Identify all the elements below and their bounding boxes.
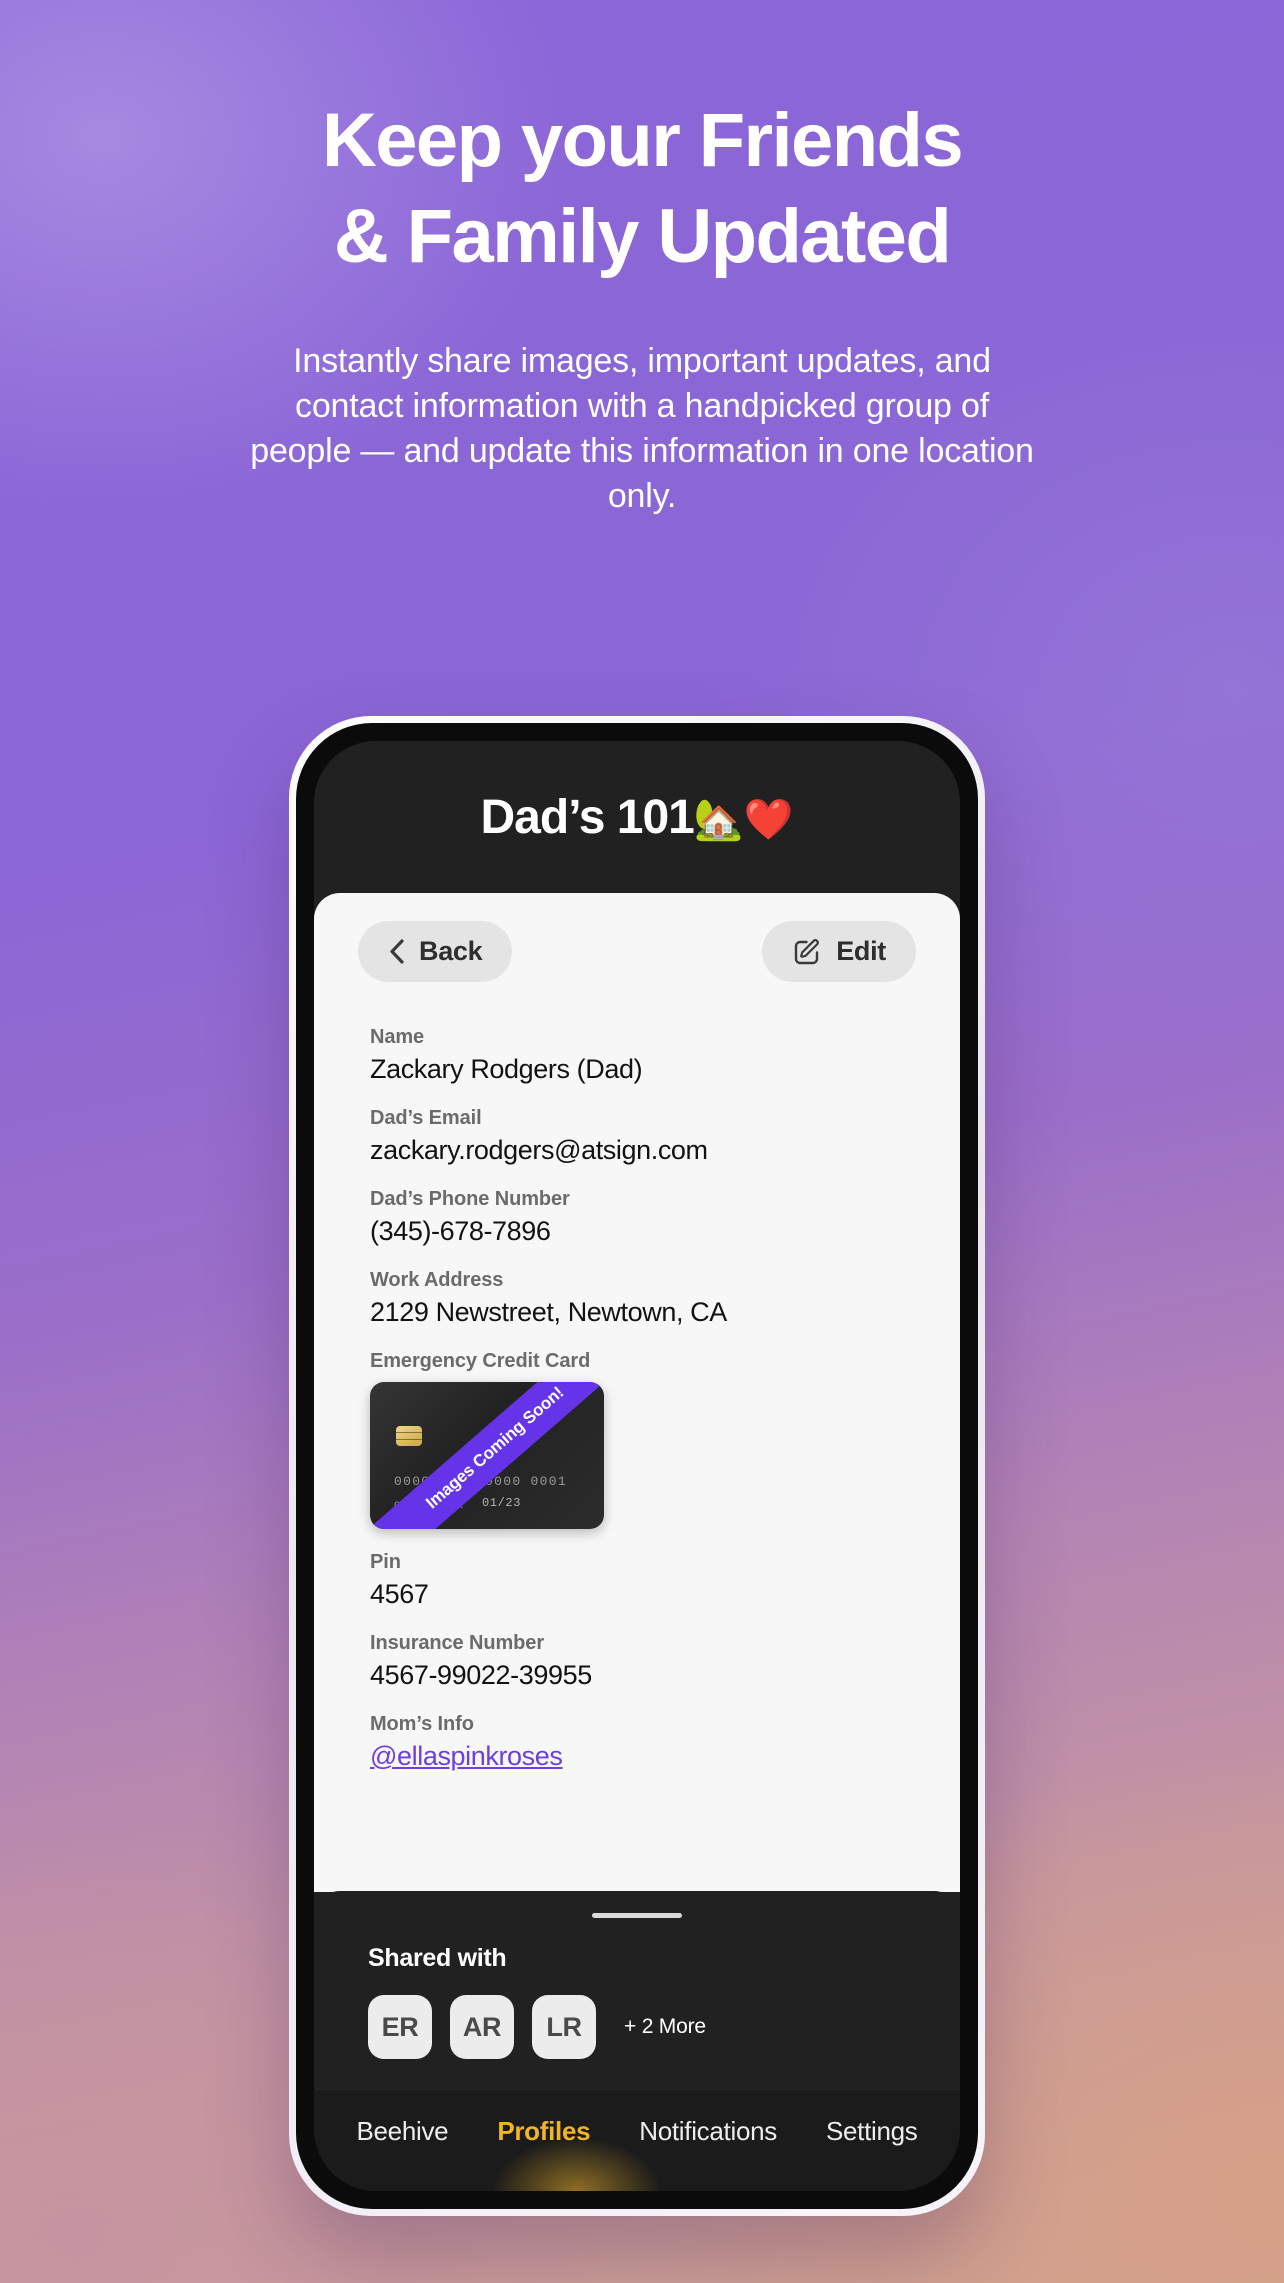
tab-notifications[interactable]: Notifications [639,2116,777,2147]
card-expiry: 01/23 [482,1496,522,1510]
field-value: 2129 Newstreet, Newtown, CA [370,1297,727,1327]
profile-sheet: Back Edit Name Zackary Rodgers (Dad) Dad… [314,893,960,1892]
page-title-line1: Keep your Friends [321,98,964,183]
field-insurance-number: Insurance Number 4567-99022-39955 [370,1632,926,1691]
phone-bezel: Dad’s 101🏡❤️ Back Edit Name Zackary Rodg… [296,723,978,2209]
field-work-address: Work Address 2129 Newstreet, Newtown, CA [370,1269,926,1328]
profile-fields: Name Zackary Rodgers (Dad) Dad’s Email z… [348,1026,926,1772]
field-label: Pin [370,1551,401,1573]
tab-profiles[interactable]: Profiles [497,2116,590,2147]
hero-section: Keep your Friends & Family Updated Insta… [0,0,1284,519]
page-title: Keep your Friends & Family Updated [0,101,1284,280]
field-value: (345)-678-7896 [370,1216,551,1246]
field-moms-info: Mom’s Info @ellaspinkroses [370,1713,926,1772]
field-emergency-credit-card: Emergency Credit Card 0000 0000 0000 000… [370,1350,926,1529]
sheet-toolbar: Back Edit [348,921,926,982]
page-title-line2: & Family Updated [333,194,952,280]
app-title-text: Dad’s 101🏡❤️ [480,790,794,844]
hero-paragraph: Instantly share images, important update… [250,341,1034,516]
avatar[interactable]: AR [450,1995,514,2059]
house-heart-emoji: 🏡❤️ [693,797,794,842]
tab-beehive[interactable]: Beehive [356,2116,448,2147]
edit-button-label: Edit [836,936,886,966]
avatar[interactable]: ER [368,1995,432,2059]
phone-outer-frame: Dad’s 101🏡❤️ Back Edit Name Zackary Rodg… [289,716,985,2216]
shared-with-title: Shared with [368,1944,507,1972]
back-button-label: Back [419,936,483,966]
back-button[interactable]: Back [358,921,513,982]
field-label: Name [370,1026,425,1048]
more-shared-label[interactable]: + 2 More [624,2015,706,2039]
field-label: Mom’s Info [370,1713,474,1735]
bottom-tab-bar: Beehive Profiles Notifications Settings [314,2089,960,2191]
field-label: Work Address [370,1269,504,1291]
edit-button[interactable]: Edit [762,921,916,982]
avatar[interactable]: LR [532,1995,596,2059]
field-label: Dad’s Email [370,1107,482,1129]
tab-settings[interactable]: Settings [826,2116,918,2147]
field-phone: Dad’s Phone Number (345)-678-7896 [370,1188,926,1247]
card-chip-icon [396,1426,422,1446]
field-value: Zackary Rodgers (Dad) [370,1054,643,1084]
drag-handle[interactable] [592,1913,682,1918]
credit-card: 0000 0000 0000 0001 CARDHOLDER 01/23 Ima… [370,1382,604,1529]
credit-card-image[interactable]: 0000 0000 0000 0001 CARDHOLDER 01/23 Ima… [370,1382,926,1529]
phone-screen: Dad’s 101🏡❤️ Back Edit Name Zackary Rodg… [314,741,960,2191]
app-header: Dad’s 101🏡❤️ [314,741,960,893]
field-label: Dad’s Phone Number [370,1188,570,1210]
shared-with-panel: Shared with ER AR LR + 2 More [314,1891,960,2089]
chevron-left-icon [388,938,405,965]
field-value: zackary.rodgers@atsign.com [370,1135,708,1165]
field-value: 4567-99022-39955 [370,1660,592,1690]
field-email: Dad’s Email zackary.rodgers@atsign.com [370,1107,926,1166]
field-value: 4567 [370,1579,429,1609]
shared-avatars: ER AR LR + 2 More [314,1995,960,2089]
edit-pencil-icon [792,937,822,967]
moms-info-link[interactable]: @ellaspinkroses [370,1741,926,1772]
field-label: Insurance Number [370,1632,545,1654]
phone-mockup: Dad’s 101🏡❤️ Back Edit Name Zackary Rodg… [289,716,985,2216]
field-label: Emergency Credit Card [370,1350,591,1372]
field-pin: Pin 4567 [370,1551,926,1610]
field-name: Name Zackary Rodgers (Dad) [370,1026,926,1085]
